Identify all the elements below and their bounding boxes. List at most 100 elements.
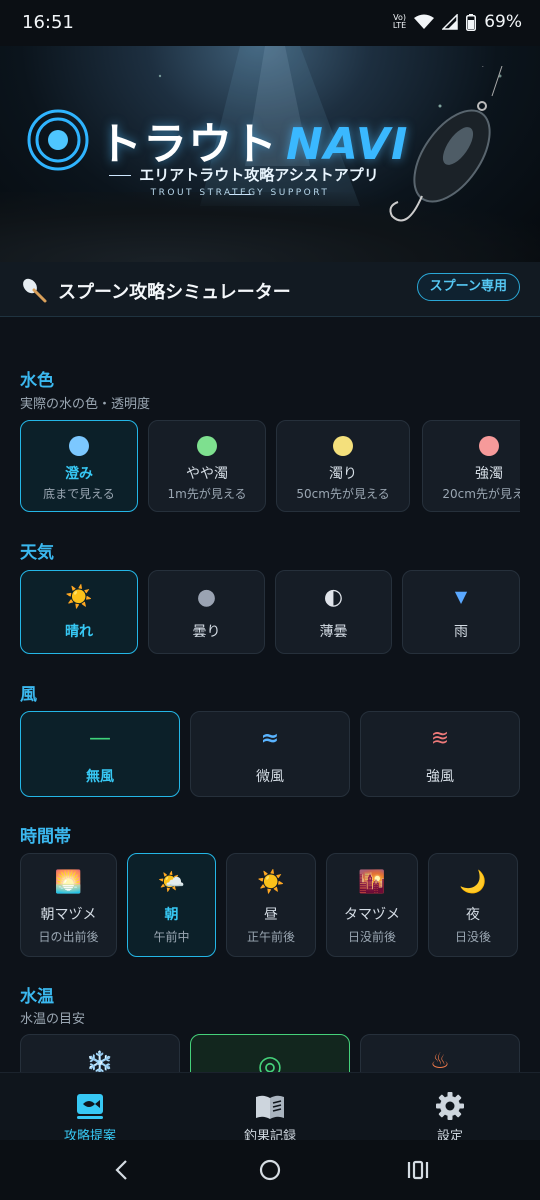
half-cloud-icon: ◐ [323, 585, 344, 610]
option-label: 晴れ [65, 624, 93, 640]
clear-dot-icon [69, 436, 89, 456]
option-label: 夜 [466, 907, 480, 923]
option-sub: 50cm先が見える [296, 487, 390, 501]
strong-wind-icon: ≋ [430, 726, 450, 751]
sun-cloud-icon: 🌤️ [157, 870, 186, 895]
water-color-subtitle: 実際の水の色・透明度 [20, 397, 151, 412]
app-subtitle-en: TROUT STRATEGY SUPPORT [150, 188, 330, 198]
nav-strategy[interactable]: 攻略提案 [0, 1073, 180, 1144]
wind-strong[interactable]: ≋ 強風 [360, 711, 520, 797]
strategy-icon [77, 1094, 103, 1119]
wifi-icon [414, 14, 435, 29]
water-temp-warm[interactable]: ♨ [360, 1034, 520, 1072]
slightly-muddy-dot-icon [197, 436, 217, 456]
option-sub: 日没後 [454, 930, 491, 944]
bottom-navigation: 攻略提案 釣果記録 設定 [0, 1072, 540, 1144]
option-sub: 20cm先が見える [442, 487, 520, 501]
option-label: 雨 [454, 624, 468, 640]
spoon-icon [23, 278, 47, 303]
light-wind-icon: ≈ [260, 726, 280, 751]
status-time: 16:51 [22, 12, 74, 33]
very-muddy-dot-icon [479, 436, 499, 456]
home-icon[interactable] [258, 1158, 282, 1182]
status-bar: 16:51 Vo) LTE 69% [0, 0, 540, 46]
battery-icon [466, 13, 477, 31]
spoon-lure-image [389, 66, 503, 222]
option-label: 澄み [65, 466, 93, 482]
time-morning[interactable]: 🌤️ 朝 午前中 [127, 853, 216, 957]
sunset-icon: 🌇 [358, 870, 386, 895]
water-temp-cold[interactable]: ❄️ [20, 1034, 180, 1072]
weather-overcast[interactable]: ◐ 薄曇 [275, 570, 392, 654]
water-temp-title: 水温 [20, 987, 54, 1007]
sunrise-icon: 🌅 [54, 870, 83, 895]
book-icon [256, 1095, 284, 1119]
water-temp-subtitle: 水温の目安 [20, 1012, 86, 1027]
rain-drop-icon: ▼ [454, 587, 468, 606]
option-sub: 日の出前後 [38, 930, 99, 944]
time-evening-twilight[interactable]: 🌇 タマヅメ 日没前後 [326, 853, 418, 957]
option-label: 朝 [164, 907, 179, 923]
option-sub: 1m先が見える [167, 487, 247, 501]
weather-title: 天気 [20, 543, 54, 563]
water-color-muddy[interactable]: 濁り 50cm先が見える [276, 420, 410, 512]
muddy-dot-icon [333, 436, 353, 456]
time-morning-twilight[interactable]: 🌅 朝マヅメ 日の出前後 [20, 853, 117, 957]
recents-icon[interactable] [406, 1158, 430, 1182]
water-color-very-muddy[interactable]: 強濁 20cm先が見える [422, 420, 520, 512]
option-label: 強濁 [475, 466, 503, 482]
water-color-title: 水色 [20, 371, 54, 391]
time-noon[interactable]: ☀️ 昼 正午前後 [226, 853, 316, 957]
back-icon[interactable] [112, 1158, 132, 1182]
volte-icon: Vo) LTE [392, 13, 407, 30]
battery-percent: 69% [484, 12, 522, 32]
sonar-logo-icon [27, 109, 89, 171]
app-banner: トラウト NAVI エリアトラウト攻略アシストアプリ TROUT STRATEGY… [0, 46, 540, 262]
option-label: 昼 [264, 907, 278, 923]
water-temp-mid[interactable]: ◎ [190, 1034, 350, 1072]
option-sub: 午前中 [153, 930, 190, 944]
signal-icon [442, 14, 458, 30]
option-sub: 底まで見える [43, 487, 115, 501]
app-title-main: トラウト [98, 119, 278, 170]
time-of-day-title: 時間帯 [20, 827, 71, 847]
weather-sunny[interactable]: ☀️ 晴れ [20, 570, 138, 654]
snowflake-icon: ❄️ [86, 1051, 114, 1072]
option-label: 曇り [192, 624, 221, 640]
option-label: 薄曇 [319, 624, 348, 640]
time-night[interactable]: 🌙 夜 日没後 [428, 853, 518, 957]
option-label: 微風 [256, 769, 284, 785]
wind-calm[interactable]: — 無風 [20, 711, 180, 797]
app-title: トラウト NAVI [98, 108, 408, 172]
water-color-options: 澄み 底まで見える やや濁 1m先が見える 濁り 50cm先が見える 強濁 20… [0, 418, 520, 514]
water-color-slightly-muddy[interactable]: やや濁 1m先が見える [148, 420, 266, 512]
option-sub: 日没前後 [347, 930, 396, 944]
nav-settings[interactable]: 設定 [360, 1073, 540, 1144]
nav-catch-log[interactable]: 釣果記録 [180, 1073, 360, 1144]
gear-icon [436, 1092, 464, 1120]
wind-light[interactable]: ≈ 微風 [190, 711, 350, 797]
thermometer-icon: ◎ [257, 1049, 283, 1072]
cloud-icon: ● [196, 585, 217, 610]
hot-spring-icon: ♨ [430, 1049, 450, 1072]
option-label: タマヅメ [344, 907, 400, 923]
moon-icon: 🌙 [459, 870, 487, 895]
sun-icon: ☀️ [65, 585, 93, 610]
option-label: 濁り [329, 466, 357, 482]
calm-line-icon: — [89, 726, 111, 751]
weather-rain[interactable]: ▼ 雨 [402, 570, 520, 654]
simulator-title: スプーン攻略シミュレーター [58, 282, 291, 303]
sun-icon: ☀️ [257, 870, 285, 895]
water-temp-options: ❄️ ◎ ♨ [0, 1034, 540, 1072]
simulator-header: スプーン攻略シミュレーター スプーン専用 [0, 262, 540, 317]
wind-title: 風 [20, 685, 37, 705]
option-label: やや濁 [186, 466, 228, 482]
option-label: 無風 [86, 769, 114, 785]
option-sub: 正午前後 [246, 930, 295, 944]
spoon-only-badge: スプーン専用 [416, 273, 520, 301]
option-label: 強風 [426, 769, 454, 785]
status-icons: Vo) LTE 69% [393, 12, 522, 32]
weather-cloudy[interactable]: ● 曇り [148, 570, 265, 654]
system-navigation-bar [0, 1140, 540, 1200]
water-color-clear[interactable]: 澄み 底まで見える [20, 420, 138, 512]
